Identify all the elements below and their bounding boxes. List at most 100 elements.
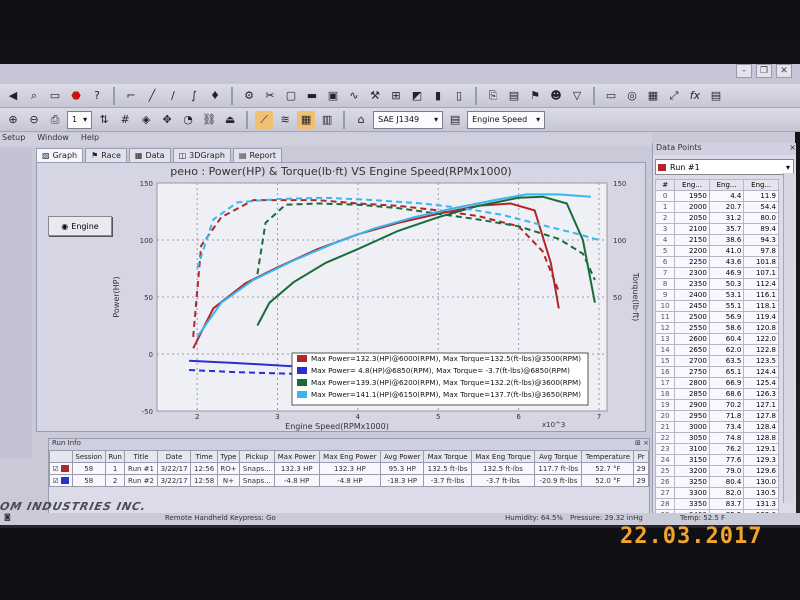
data-point-row[interactable]: 6 2250 43.6 101.8 <box>654 256 779 268</box>
data-point-row[interactable]: 7 2300 46.9 107.1 <box>654 267 779 279</box>
data-point-row[interactable]: 15 2700 63.5 123.5 <box>654 355 779 367</box>
menu-help[interactable]: Help <box>81 133 99 146</box>
tab-graph[interactable]: ▧ Graph <box>36 148 84 162</box>
function-icon[interactable]: fx <box>686 87 704 105</box>
column-header[interactable]: Avg Torque <box>534 450 583 463</box>
link-icon[interactable]: ⛓ <box>200 111 218 129</box>
filter-curve-icon[interactable]: ≋ <box>276 111 294 129</box>
compass-icon[interactable]: ◔ <box>179 111 197 129</box>
restore-icon[interactable]: ❐ <box>756 64 772 78</box>
column-header[interactable]: # <box>654 179 676 191</box>
data-point-row[interactable]: 14 2650 62.0 122.8 <box>654 344 779 356</box>
column-header[interactable]: Max Power <box>273 450 320 463</box>
book-icon[interactable]: ▤ <box>505 87 523 105</box>
column-header[interactable]: Eng... <box>674 179 710 191</box>
overlay-icon[interactable]: ◈ <box>137 111 155 129</box>
curve-icon[interactable]: ∫ <box>185 87 203 105</box>
filter-icon[interactable]: ▽ <box>568 87 586 105</box>
data-point-row[interactable]: 10 2450 55.1 118.1 <box>654 300 779 312</box>
chart-icon[interactable]: ▦ <box>644 87 662 105</box>
calculator-icon[interactable]: ▤ <box>707 87 725 105</box>
tab-race[interactable]: ⚑ Race <box>85 148 127 162</box>
tab-data[interactable]: ▦ Data <box>128 148 171 162</box>
column-header[interactable]: Max Torque <box>423 450 472 463</box>
smooth-icon[interactable]: ⟋ <box>255 110 274 129</box>
meter-icon[interactable]: ▣ <box>324 87 342 105</box>
line-icon[interactable]: / <box>164 87 182 105</box>
data-point-row[interactable]: 25 3200 79.0 129.6 <box>654 465 779 477</box>
menu-setup[interactable]: Setup <box>2 133 25 146</box>
data-point-row[interactable]: 17 2800 66.9 125.4 <box>654 377 779 389</box>
column-header[interactable]: Max Eng Torque <box>470 450 536 463</box>
checkbox-icon[interactable]: ☑ <box>53 477 59 485</box>
calibrate-icon[interactable]: ⊞ <box>387 87 405 105</box>
expand-icon[interactable]: ⤢ <box>665 87 683 105</box>
column-header[interactable]: Avg Power <box>380 450 425 463</box>
column-header[interactable]: Date <box>156 450 192 463</box>
column-header[interactable]: Time <box>190 450 218 463</box>
record-icon[interactable]: ⬣ <box>67 87 85 105</box>
tools-icon[interactable]: ✂ <box>261 87 279 105</box>
data-point-row[interactable]: 13 2600 60.4 122.0 <box>654 333 779 345</box>
column-header[interactable]: Type <box>216 450 241 463</box>
zoom-in-icon[interactable]: ⊕ <box>4 111 22 129</box>
menu-window[interactable]: Window <box>37 133 69 146</box>
run-row[interactable]: ☑ 58 2 Run #2 3/22/17 12:58 N+ Snaps... -4.8 HP… <box>49 474 649 487</box>
column-header[interactable]: Run <box>104 450 126 463</box>
sort-icon[interactable]: ⇅ <box>95 111 113 129</box>
data-point-row[interactable]: 29340085.5132.0 <box>654 509 779 513</box>
run-row[interactable]: ☑ 58 1 Run #1 3/22/17 12:56 RO+ Snaps... 132.3 … <box>49 462 649 475</box>
data-point-row[interactable]: 5 2200 41.0 97.8 <box>654 245 779 257</box>
xaxis-select[interactable]: Engine Speed ▾ <box>467 110 546 129</box>
phone-icon[interactable]: ▯ <box>450 87 468 105</box>
engine-button[interactable]: ◉ Engine <box>48 216 112 236</box>
correction-standard-select[interactable]: SAE J1349 ▾ <box>373 110 444 129</box>
weather-icon[interactable]: ⌂ <box>352 111 370 129</box>
axis-icon[interactable]: ▤ <box>446 111 464 129</box>
column-header[interactable]: Pickup <box>239 450 275 463</box>
target-icon[interactable]: ◎ <box>623 87 641 105</box>
minimize-icon[interactable]: – <box>736 64 752 78</box>
close-icon[interactable]: ✕ <box>776 64 792 78</box>
data-point-row[interactable]: 12 2550 58.6 120.8 <box>654 322 779 334</box>
column-header[interactable]: Max Eng Power <box>318 450 382 463</box>
close-icon[interactable]: × <box>789 143 796 155</box>
tape-icon[interactable]: ▭ <box>46 87 64 105</box>
column-header[interactable]: Session <box>71 450 106 463</box>
print-icon[interactable]: ⎙ <box>46 111 64 129</box>
window-icon[interactable]: ▢ <box>282 87 300 105</box>
data-point-row[interactable]: 23 3100 76.2 129.1 <box>654 443 779 455</box>
column-header[interactable]: Pr <box>633 450 649 463</box>
user-icon[interactable]: ☻ <box>547 87 565 105</box>
column-header[interactable] <box>49 450 73 463</box>
bucket-icon[interactable]: ♦ <box>206 87 224 105</box>
data-point-row[interactable]: 20 2950 71.8 127.8 <box>654 410 779 422</box>
search-icon[interactable]: ⌕ <box>25 87 43 105</box>
column-header[interactable]: Eng... <box>743 179 779 191</box>
data-point-row[interactable]: 3 2100 35.7 89.4 <box>654 223 779 235</box>
data-point-row[interactable]: 2 2050 31.2 80.0 <box>654 212 779 224</box>
grid-icon[interactable]: # <box>116 111 134 129</box>
data-point-row[interactable]: 11 2500 56.9 119.4 <box>654 311 779 323</box>
flag-icon[interactable]: ⚑ <box>526 87 544 105</box>
import-icon[interactable]: ⎘ <box>484 87 502 105</box>
data-point-row[interactable]: 0 1950 4.4 11.9 <box>654 190 779 202</box>
column-header[interactable]: Temperature <box>581 450 635 463</box>
column-header[interactable]: Eng... <box>708 179 745 191</box>
power-torque-chart[interactable]: 2 3 4 5 6 7 150 100 50 0 -50 150 100 50 Power(HP) Tor… <box>37 163 645 431</box>
data-point-row[interactable]: 4 2150 38.6 94.3 <box>654 234 779 246</box>
run-checkbox-cell[interactable]: ☑ <box>49 474 73 487</box>
data-point-row[interactable]: 24 3150 77.6 129.3 <box>654 454 779 466</box>
back-icon[interactable]: ◀ <box>4 87 22 105</box>
data-point-row[interactable]: 9 2400 53.1 116.1 <box>654 289 779 301</box>
data-point-row[interactable]: 21 3000 73.4 128.4 <box>654 421 779 433</box>
units-select[interactable]: 1 ▾ <box>67 110 93 129</box>
columns-icon[interactable]: ▥ <box>318 111 336 129</box>
data-point-row[interactable]: 8 2350 50.3 112.4 <box>654 278 779 290</box>
vertical-scrollbar[interactable] <box>783 173 794 503</box>
pin-icon[interactable]: ⊞ × <box>635 439 649 450</box>
data-point-row[interactable]: 26 3250 80.4 130.0 <box>654 476 779 488</box>
signal-icon[interactable]: ∿ <box>345 87 363 105</box>
wrench-icon[interactable]: ⚒ <box>366 87 384 105</box>
zoom-out-icon[interactable]: ⊖ <box>25 111 43 129</box>
